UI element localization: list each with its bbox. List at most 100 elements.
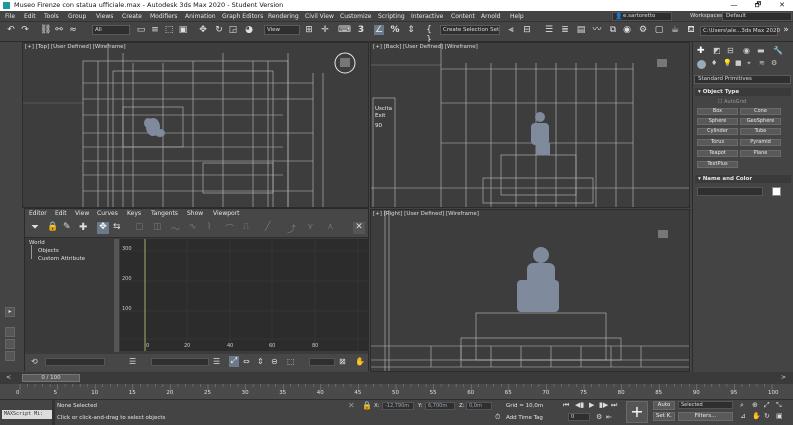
autogrid-checkbox[interactable]: ☐ AutoGrid — [718, 99, 746, 105]
tube-button[interactable]: Tube — [740, 128, 781, 135]
curve-menu-view[interactable]: View — [75, 210, 89, 217]
menu-group[interactable]: Group — [68, 13, 86, 20]
window-crossing-icon[interactable]: ▣ — [178, 25, 188, 35]
controller-tree[interactable]: World Objects Custom Attribute — [26, 239, 114, 352]
curve-value-field[interactable] — [151, 358, 209, 366]
isolate-selection-icon[interactable]: ✕ — [348, 401, 355, 410]
user-account-dropdown[interactable]: 👤 e.sartoretto — [612, 12, 672, 21]
align-icon[interactable]: ⊟ — [522, 25, 532, 35]
viewport-top[interactable]: [+] [Top] [User Defined] [Wireframe] — [22, 42, 369, 208]
object-name-input[interactable] — [697, 187, 763, 196]
cone-button[interactable]: Cone — [740, 108, 781, 115]
curve-menu-show[interactable]: Show — [187, 210, 203, 217]
scene-explorer-icon[interactable]: ☰ — [544, 25, 554, 35]
y-coordinate-field[interactable]: 6,700m — [425, 402, 455, 410]
zoom-region-icon[interactable]: ⬚ — [287, 357, 295, 366]
slide-keys-icon[interactable]: ⇆ — [113, 222, 121, 232]
spinner-snap-icon[interactable]: ⇕ — [406, 25, 416, 35]
frame-horizontal-icon[interactable]: ⇔ — [243, 357, 250, 366]
prev-frame-icon[interactable]: < — [6, 374, 11, 381]
zoom-extents-icon[interactable]: ⤢ — [764, 401, 770, 410]
time-config-icon[interactable]: ⚙ — [596, 413, 602, 421]
viewport-label[interactable]: [+] [Top] [User Defined] [Wireframe] — [25, 44, 126, 50]
name-and-color-rollout[interactable]: ▾ Name and Color — [695, 175, 791, 183]
angle-snap-icon[interactable]: ∠ — [374, 25, 384, 35]
curve-menu-tangents[interactable]: Tangents — [151, 210, 178, 217]
set-tangents-auto-icon[interactable]: 〜 — [171, 222, 180, 235]
next-key-icon[interactable]: ▮▶ — [599, 401, 608, 409]
shapes-icon[interactable]: ♦ — [711, 59, 717, 67]
torus-button[interactable]: Torus — [697, 139, 738, 146]
menu-animation[interactable]: Animation — [185, 13, 216, 20]
set-key-large-icon[interactable]: + — [626, 401, 648, 423]
reference-coordinate-dropdown[interactable]: View — [264, 25, 300, 35]
curve-menu-curves[interactable]: Curves — [97, 210, 118, 217]
zoom-viewport-icon[interactable]: ⌕ — [740, 401, 744, 410]
material-editor-icon[interactable]: ◉ — [622, 25, 632, 35]
key-filter-dropdown[interactable]: Selected — [678, 401, 733, 409]
current-frame-field[interactable]: 0 — [568, 413, 590, 421]
hierarchy-tab-icon[interactable]: ⊟ — [727, 46, 734, 55]
menu-graph-editors[interactable]: Graph Editors — [222, 13, 263, 20]
menu-content[interactable]: Content — [451, 13, 475, 20]
curve-graph-icon[interactable]: ⊠ — [339, 357, 346, 366]
maximize-viewport-icon[interactable]: ▣ — [776, 412, 783, 420]
layer-explorer-icon[interactable]: ≣ — [560, 25, 570, 35]
menu-create[interactable]: Create — [122, 13, 142, 20]
snaps-toggle-icon[interactable]: 3 — [356, 25, 366, 35]
link-icon[interactable]: ⛓ — [40, 25, 51, 35]
menu-interactive[interactable]: Interactive — [411, 13, 443, 20]
scale-values-icon[interactable]: ◫ — [153, 222, 162, 232]
add-time-tag[interactable]: Add Time Tag — [506, 415, 543, 421]
goto-start-icon[interactable]: ⏮ — [563, 401, 569, 410]
menu-modifiers[interactable]: Modifiers — [150, 13, 177, 20]
helpers-icon[interactable]: ⌖ — [747, 59, 751, 68]
key-filters-button[interactable]: Filters... — [678, 412, 733, 421]
unify-tangents-icon[interactable]: ⋏ — [327, 222, 334, 232]
sphere-button[interactable]: Sphere — [697, 118, 738, 125]
frame-field[interactable] — [309, 358, 335, 366]
auto-key-button[interactable]: Auto — [653, 401, 675, 410]
viewcube-icon[interactable] — [657, 59, 667, 67]
select-move-icon[interactable]: ✥ — [198, 25, 208, 35]
next-frame-icon[interactable]: > — [781, 374, 786, 381]
motion-tab-icon[interactable]: ◉ — [743, 46, 750, 55]
filter-icon[interactable]: ⏷ — [31, 222, 39, 233]
pyramid-button[interactable]: Pyramid — [740, 139, 781, 146]
break-tangents-icon[interactable]: ⋎ — [307, 222, 314, 232]
curve-editor-icon[interactable]: 〰 — [592, 25, 602, 35]
curve-menu-editor[interactable]: Editor — [29, 210, 47, 217]
ribbon-panel-icon[interactable] — [5, 339, 15, 349]
toolbar-expand-icon[interactable]: » — [781, 25, 791, 35]
set-tangents-linear-icon[interactable]: ╱ — [265, 222, 270, 232]
named-selection-set-dropdown[interactable]: Create Selection Set — [440, 25, 500, 35]
menu-scripting[interactable]: Scripting — [378, 13, 405, 20]
lock-icon[interactable]: 🔒 — [47, 222, 58, 232]
menu-civil-view[interactable]: Civil View — [305, 13, 334, 20]
curve-editor-close-icon[interactable]: ✕ — [353, 222, 365, 234]
edit-key-icon[interactable]: ✎ — [63, 222, 71, 232]
plane-button[interactable]: Plane — [740, 150, 781, 157]
key-mode-icon[interactable]: ⇤ — [606, 413, 612, 421]
viewport-right[interactable]: [+] [Right] [User Defined] [Wireframe] — [370, 209, 690, 372]
viewcube-icon[interactable] — [658, 230, 668, 238]
primitive-type-dropdown[interactable]: Standard Primitives — [694, 75, 791, 84]
maximize-icon[interactable]: 🗗 — [747, 0, 769, 11]
menu-views[interactable]: Views — [96, 13, 113, 20]
rendered-frame-icon[interactable]: ▢ — [654, 25, 664, 35]
select-rotate-icon[interactable]: ↻ — [214, 25, 224, 35]
tree-item-objects[interactable]: Objects — [38, 248, 59, 254]
close-icon[interactable]: ✕ — [771, 0, 793, 11]
time-slider-thumb[interactable]: 0 / 100 — [22, 374, 80, 382]
rectangular-selection-icon[interactable]: ⬚ — [164, 25, 174, 35]
curve-menu-keys[interactable]: Keys — [127, 210, 141, 217]
set-tangents-slow-icon[interactable]: ⌒ — [225, 222, 234, 235]
render-iterative-icon[interactable]: ⛾ — [686, 25, 696, 35]
zoom-icon[interactable]: ⊖ — [271, 357, 278, 366]
selection-filter-dropdown[interactable]: All — [92, 25, 130, 35]
orbit-icon[interactable]: ↻ — [764, 412, 770, 420]
tree-scrollbar[interactable] — [114, 239, 119, 352]
menu-file[interactable]: File — [5, 13, 15, 20]
parameter-curve-icon[interactable]: ⤴ — [287, 222, 296, 235]
curve-menu-viewport[interactable]: Viewport — [213, 210, 240, 217]
